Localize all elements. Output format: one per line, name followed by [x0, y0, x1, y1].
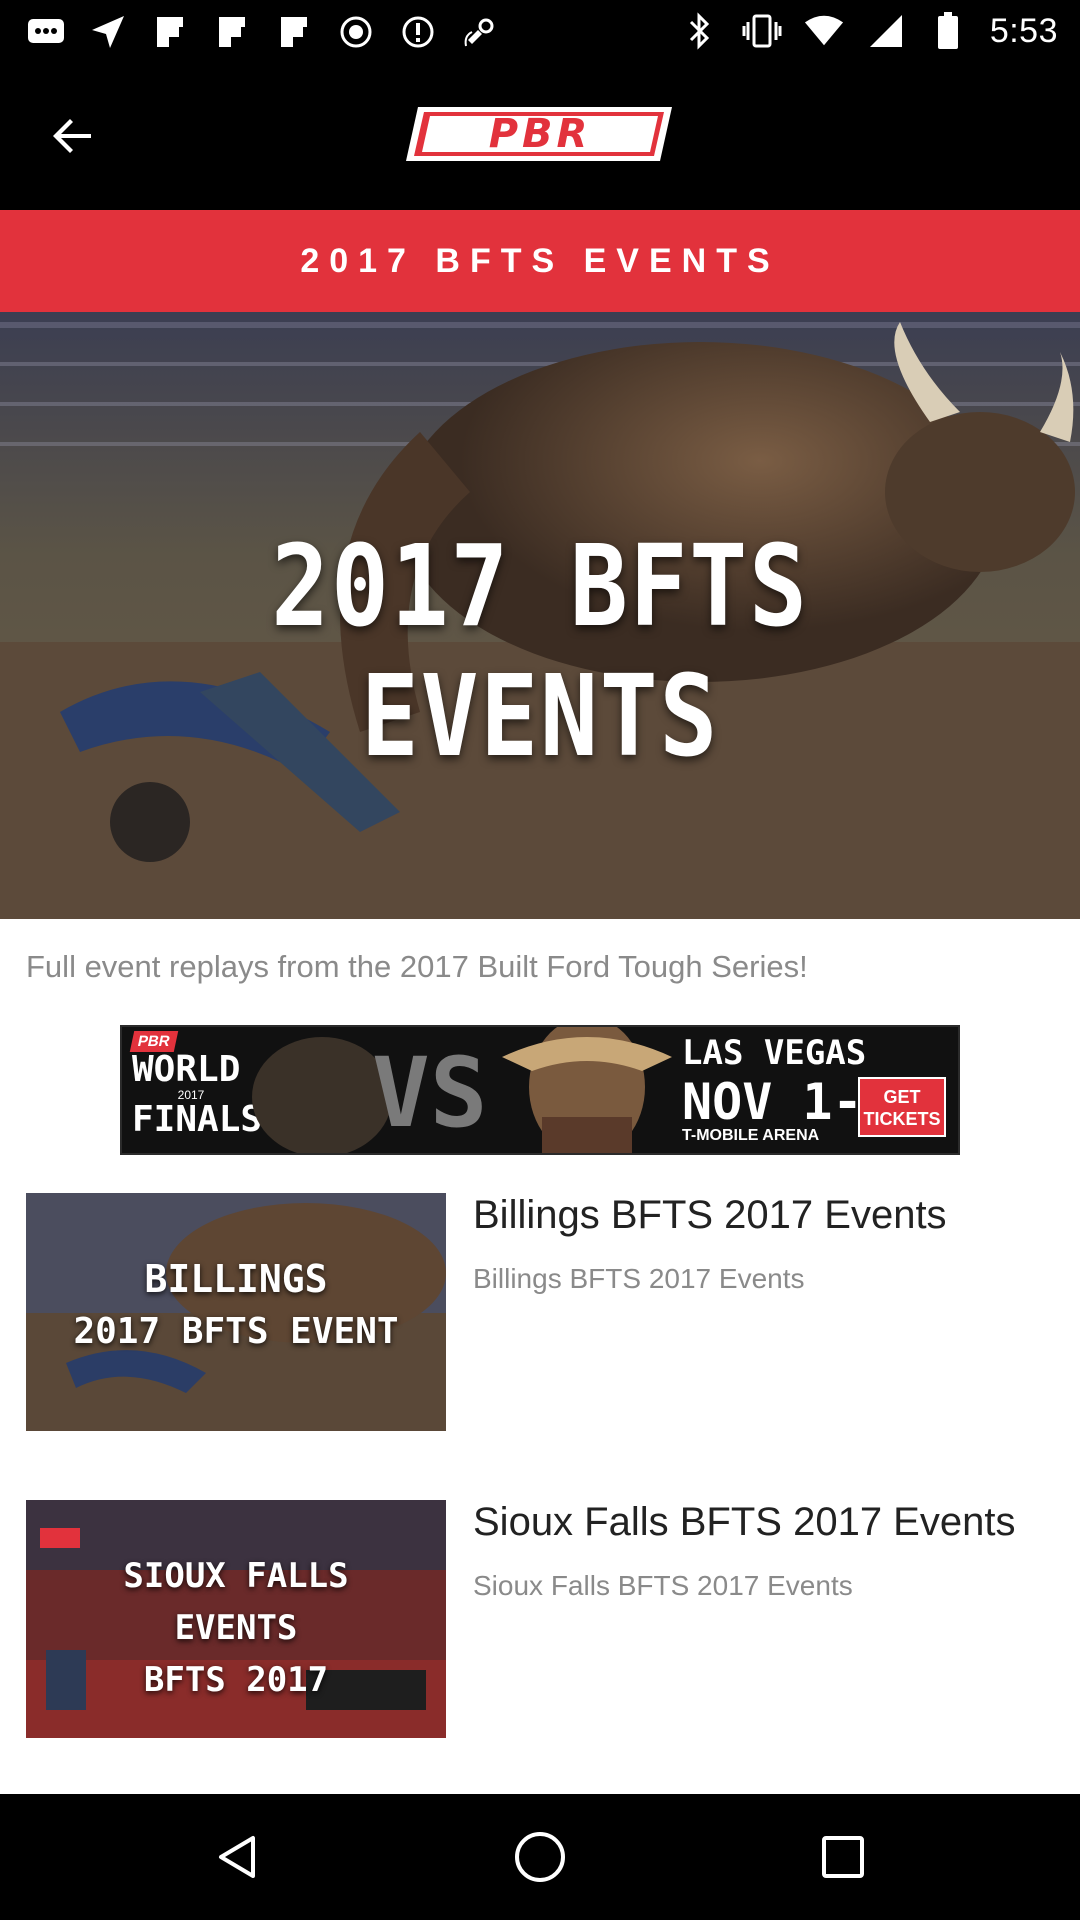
nav-back-button[interactable] — [205, 1824, 271, 1890]
send-icon — [88, 12, 128, 52]
ad-banner[interactable]: PBR WORLD 2017 FINALS VS LAS VEGAS NOV 1… — [120, 1025, 960, 1155]
event-subtitle: Sioux Falls BFTS 2017 Events — [473, 1570, 853, 1601]
clock: 5:53 — [989, 11, 1058, 50]
flipboard-icon — [274, 12, 314, 52]
chat-icon — [26, 12, 66, 52]
nav-home-button[interactable] — [507, 1824, 573, 1890]
description: Full event replays from the 2017 Built F… — [26, 949, 808, 984]
signal-icon — [866, 11, 906, 51]
thumbnail-line-1: SIOUX FALLS — [123, 1556, 349, 1596]
status-bar: 5:53 — [0, 0, 1080, 63]
square-recents-icon — [822, 1836, 864, 1878]
fake-gps-icon — [460, 12, 500, 52]
event-subtitle: Billings BFTS 2017 Events — [473, 1263, 805, 1294]
hero-image[interactable]: 2017 BFTS EVENTS — [0, 312, 1080, 919]
battery-icon — [928, 11, 968, 51]
section-title: 2017 BFTS EVENTS — [300, 241, 780, 280]
circle-home-icon — [515, 1832, 565, 1882]
thumbnail-line-2: EVENTS — [174, 1608, 298, 1648]
arrow-back-icon — [53, 119, 91, 153]
thumbnail-line-2: 2017 BFTS EVENT — [73, 1311, 399, 1352]
list-item[interactable]: BILLINGS 2017 BFTS EVENT Billings BFTS 2… — [26, 1193, 1056, 1431]
alert-icon — [398, 12, 438, 52]
triangle-back-icon — [219, 1836, 255, 1878]
pbr-logo: PBR — [404, 105, 674, 163]
app-bar: PBR — [0, 63, 1080, 210]
flipboard-icon — [212, 12, 252, 52]
banner-venue: T-MOBILE ARENA — [682, 1127, 820, 1144]
notification-icons — [26, 10, 500, 54]
content-area: Full event replays from the 2017 Built F… — [0, 919, 1080, 1794]
list-item[interactable]: SIOUX FALLS EVENTS BFTS 2017 Sioux Falls… — [26, 1500, 1056, 1738]
wifi-icon — [804, 11, 844, 51]
navigation-bar — [0, 1794, 1080, 1920]
logo-text: PBR — [489, 111, 592, 157]
nav-recents-button[interactable] — [810, 1824, 876, 1890]
vibrate-icon — [742, 11, 782, 51]
get-tickets-button[interactable]: GET TICKETS — [858, 1077, 946, 1137]
event-title[interactable]: Sioux Falls BFTS 2017 Events — [473, 1500, 1015, 1545]
thumbnail-line-3: BFTS 2017 — [143, 1660, 329, 1700]
event-thumbnail[interactable]: BILLINGS 2017 BFTS EVENT — [26, 1193, 446, 1431]
thumbnail-line-1: BILLINGS — [144, 1257, 328, 1301]
hero-title: 2017 BFTS EVENTS — [271, 522, 809, 782]
bluetooth-icon — [680, 11, 720, 51]
back-button[interactable] — [40, 103, 106, 169]
section-header: 2017 BFTS EVENTS — [0, 210, 1080, 312]
banner-city: LAS VEGAS — [682, 1033, 867, 1073]
record-icon — [336, 12, 376, 52]
event-title[interactable]: Billings BFTS 2017 Events — [473, 1193, 947, 1238]
banner-vs: VS — [372, 1037, 488, 1149]
event-thumbnail[interactable]: SIOUX FALLS EVENTS BFTS 2017 — [26, 1500, 446, 1738]
flipboard-icon — [150, 12, 190, 52]
